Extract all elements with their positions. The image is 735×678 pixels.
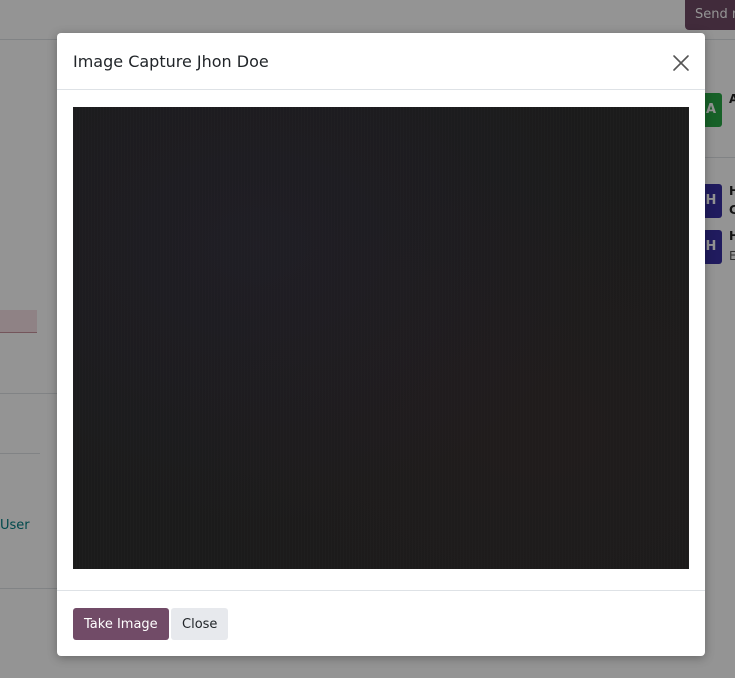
dialog-footer: Take Image Close (57, 590, 705, 656)
take-image-button[interactable]: Take Image (73, 608, 169, 640)
camera-preview (73, 107, 689, 569)
close-icon[interactable] (669, 51, 693, 75)
close-button[interactable]: Close (171, 608, 229, 640)
dialog-title: Image Capture Jhon Doe (73, 52, 269, 71)
dialog-header: Image Capture Jhon Doe (57, 33, 705, 90)
image-capture-dialog: Image Capture Jhon Doe Take Image Close (57, 33, 705, 656)
